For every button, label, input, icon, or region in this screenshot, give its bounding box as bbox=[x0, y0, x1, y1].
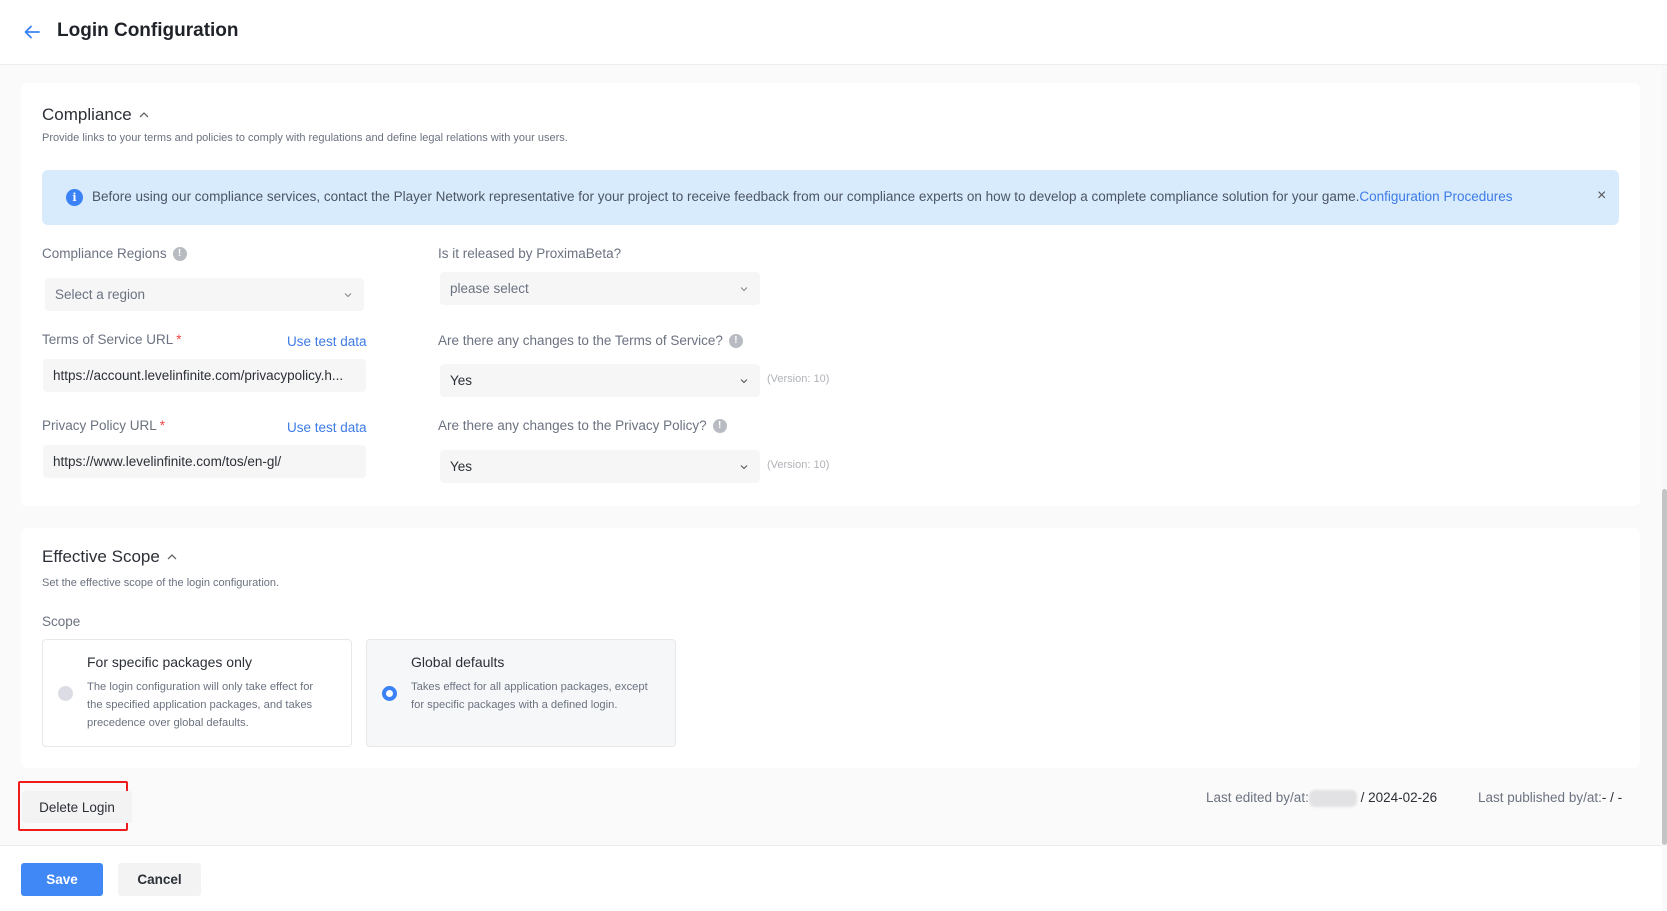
chevron-down-icon bbox=[344, 292, 352, 297]
last-published-label: Last published by/at: bbox=[1478, 790, 1602, 805]
tos-changes-value: Yes bbox=[450, 373, 473, 388]
proxima-label: Is it released by ProximaBeta? bbox=[438, 246, 621, 261]
tos-url-label: Terms of Service URL * bbox=[42, 332, 182, 347]
required-marker: * bbox=[176, 332, 182, 347]
compliance-regions-placeholder: Select a region bbox=[55, 287, 146, 302]
chevron-up-icon[interactable] bbox=[166, 551, 178, 563]
info-icon: i bbox=[66, 189, 83, 206]
effective-scope-section: Effective Scope Set the effective scope … bbox=[21, 528, 1640, 768]
info-banner: i Before using our compliance services, … bbox=[42, 170, 1619, 225]
footer-bar: Save Cancel bbox=[0, 845, 1662, 911]
scope-label-text: Scope bbox=[42, 614, 81, 629]
privacy-url-value: https://www.levelinfinite.com/tos/en-gl/ bbox=[53, 454, 282, 469]
radio-unselected[interactable] bbox=[58, 686, 73, 701]
tos-url-label-text: Terms of Service URL bbox=[42, 332, 174, 347]
info-icon[interactable]: ! bbox=[728, 333, 743, 348]
radio-selected[interactable] bbox=[382, 686, 397, 701]
cancel-button[interactable]: Cancel bbox=[118, 863, 201, 896]
chevron-up-icon[interactable] bbox=[138, 109, 150, 121]
tos-changes-label-text: Are there any changes to the Terms of Se… bbox=[438, 333, 723, 348]
scope-option-title: Global defaults bbox=[411, 654, 505, 670]
scope-option-description: Takes effect for all application package… bbox=[411, 681, 648, 711]
page-title: Login Configuration bbox=[57, 20, 239, 41]
privacy-url-label: Privacy Policy URL * bbox=[42, 418, 165, 433]
tos-version: (Version: 10) bbox=[767, 373, 830, 385]
configuration-procedures-link[interactable]: Configuration Procedures bbox=[1359, 189, 1512, 204]
proxima-placeholder: please select bbox=[450, 281, 529, 296]
compliance-section: Compliance Provide links to your terms a… bbox=[21, 83, 1640, 506]
banner-text: Before using our compliance services, co… bbox=[92, 189, 1512, 204]
last-published: Last published by/at:- / - bbox=[1478, 790, 1622, 805]
compliance-description: Provide links to your terms and policies… bbox=[42, 132, 568, 144]
required-marker: * bbox=[159, 418, 166, 433]
scope-title-text: Effective Scope bbox=[42, 547, 160, 566]
chevron-down-icon bbox=[740, 286, 748, 291]
last-edited-label: Last edited by/at: bbox=[1206, 790, 1309, 806]
proxima-select[interactable]: please select bbox=[440, 272, 760, 305]
privacy-url-label-text: Privacy Policy URL bbox=[42, 418, 157, 433]
tos-changes-label: Are there any changes to the Terms of Se… bbox=[438, 333, 743, 348]
banner-message: Before using our compliance services, co… bbox=[92, 189, 1360, 204]
scope-label: Scope bbox=[42, 614, 80, 629]
delete-login-button[interactable]: Delete Login bbox=[22, 791, 132, 823]
redacted-user bbox=[1308, 790, 1357, 807]
info-icon[interactable]: ! bbox=[712, 418, 727, 433]
scope-option-specific-packages[interactable]: For specific packages only The login con… bbox=[42, 639, 352, 747]
tos-changes-select[interactable]: Yes bbox=[440, 364, 760, 397]
privacy-changes-value: Yes bbox=[450, 459, 473, 474]
tos-url-input[interactable]: https://account.levelinfinite.com/privac… bbox=[43, 359, 366, 392]
last-published-value: - / - bbox=[1601, 790, 1623, 805]
scope-title[interactable]: Effective Scope bbox=[42, 547, 178, 567]
save-button[interactable]: Save bbox=[21, 863, 103, 896]
tos-url-value: https://account.levelinfinite.com/privac… bbox=[53, 368, 344, 383]
privacy-changes-select[interactable]: Yes bbox=[440, 450, 760, 483]
compliance-regions-label-text: Compliance Regions bbox=[42, 246, 167, 261]
privacy-url-input[interactable]: https://www.levelinfinite.com/tos/en-gl/ bbox=[43, 445, 366, 478]
compliance-title[interactable]: Compliance bbox=[42, 105, 150, 125]
scope-option-title: For specific packages only bbox=[87, 654, 252, 670]
privacy-version: (Version: 10) bbox=[767, 459, 830, 471]
proxima-label-text: Is it released by ProximaBeta? bbox=[438, 246, 622, 261]
close-icon[interactable]: × bbox=[1597, 187, 1606, 205]
last-edited-date: / 2024-02-26 bbox=[1360, 790, 1438, 806]
compliance-title-text: Compliance bbox=[42, 105, 132, 124]
info-icon[interactable]: ! bbox=[172, 246, 187, 261]
compliance-regions-select[interactable]: Select a region bbox=[45, 278, 364, 311]
tos-use-test-data-link[interactable]: Use test data bbox=[287, 334, 367, 349]
chevron-down-icon bbox=[740, 464, 748, 469]
last-edited: Last edited by/at: / 2024-02-26 bbox=[1206, 790, 1437, 807]
privacy-changes-label: Are there any changes to the Privacy Pol… bbox=[438, 418, 727, 433]
scope-option-global-defaults[interactable]: Global defaults Takes effect for all app… bbox=[366, 639, 676, 747]
compliance-regions-label: Compliance Regions ! bbox=[42, 246, 187, 261]
page-header: Login Configuration bbox=[0, 0, 1667, 65]
scope-option-description: The login configuration will only take e… bbox=[87, 681, 314, 729]
chevron-down-icon bbox=[740, 378, 748, 383]
privacy-changes-label-text: Are there any changes to the Privacy Pol… bbox=[438, 418, 707, 433]
scrollbar-thumb[interactable] bbox=[1662, 489, 1667, 845]
scope-description: Set the effective scope of the login con… bbox=[42, 577, 280, 589]
arrow-left-icon[interactable] bbox=[22, 22, 42, 42]
privacy-use-test-data-link[interactable]: Use test data bbox=[287, 420, 367, 435]
